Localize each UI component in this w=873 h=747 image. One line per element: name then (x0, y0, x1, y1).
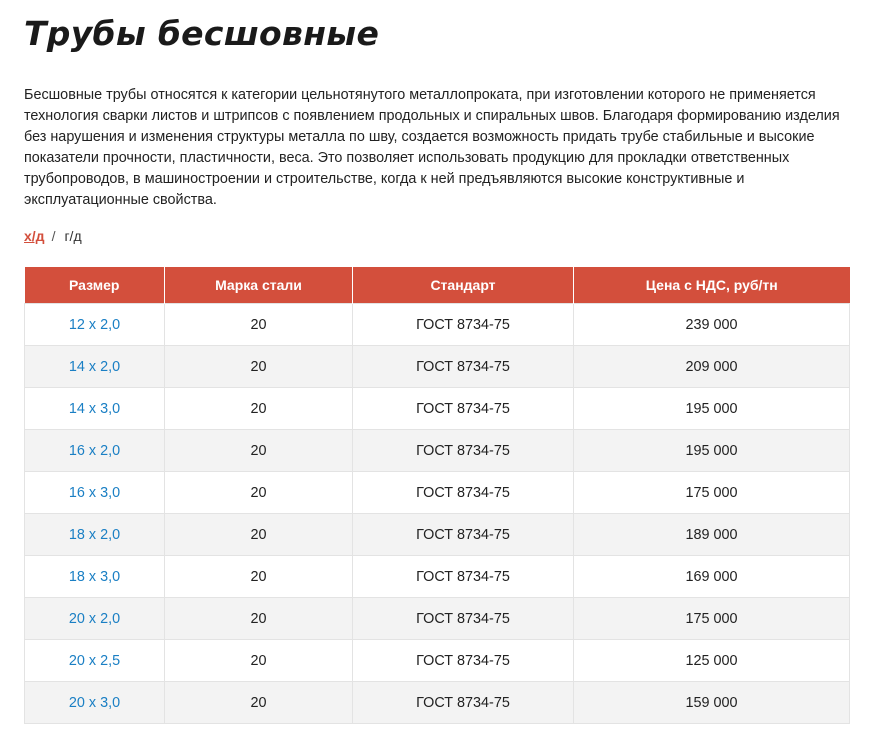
price-cell: 195 000 (573, 387, 850, 430)
price-cell: 169 000 (573, 555, 850, 598)
steel-grade-cell: 20 (164, 345, 353, 388)
standard-cell: ГОСТ 8734-75 (352, 513, 574, 556)
switch-cold-drawn[interactable]: х/д (24, 228, 45, 244)
standard-cell: ГОСТ 8734-75 (352, 429, 574, 472)
standard-cell: ГОСТ 8734-75 (352, 303, 574, 346)
standard-cell: ГОСТ 8734-75 (352, 555, 574, 598)
size-link[interactable]: 20 x 3,0 (24, 681, 165, 724)
price-cell: 209 000 (573, 345, 850, 388)
column-header-standard: Стандарт (352, 267, 574, 304)
column-header-steel-grade: Марка стали (164, 267, 353, 304)
size-link[interactable]: 20 x 2,0 (24, 597, 165, 640)
price-cell: 189 000 (573, 513, 850, 556)
standard-cell: ГОСТ 8734-75 (352, 387, 574, 430)
size-link[interactable]: 14 x 3,0 (24, 387, 165, 430)
standard-cell: ГОСТ 8734-75 (352, 681, 574, 724)
table-row: 20 x 2,0 20 ГОСТ 8734-75 175 000 (24, 597, 850, 640)
table-row: 16 x 2,0 20 ГОСТ 8734-75 195 000 (24, 429, 850, 472)
standard-cell: ГОСТ 8734-75 (352, 471, 574, 514)
table-row: 18 x 3,0 20 ГОСТ 8734-75 169 000 (24, 555, 850, 598)
standard-cell: ГОСТ 8734-75 (352, 639, 574, 682)
steel-grade-cell: 20 (164, 471, 353, 514)
table-row: 14 x 3,0 20 ГОСТ 8734-75 195 000 (24, 387, 850, 430)
size-link[interactable]: 20 x 2,5 (24, 639, 165, 682)
size-link[interactable]: 16 x 3,0 (24, 471, 165, 514)
table-row: 20 x 2,5 20 ГОСТ 8734-75 125 000 (24, 639, 850, 682)
price-cell: 125 000 (573, 639, 850, 682)
standard-cell: ГОСТ 8734-75 (352, 345, 574, 388)
size-link[interactable]: 18 x 2,0 (24, 513, 165, 556)
price-cell: 159 000 (573, 681, 850, 724)
size-link[interactable]: 18 x 3,0 (24, 555, 165, 598)
steel-grade-cell: 20 (164, 387, 353, 430)
steel-grade-cell: 20 (164, 597, 353, 640)
column-header-price: Цена с НДС, руб/тн (573, 267, 850, 304)
steel-grade-cell: 20 (164, 429, 353, 472)
page-title: Трубы бесшовные (24, 14, 380, 53)
switch-separator: / (51, 228, 56, 244)
table-header-row: Размер Марка стали Стандарт Цена с НДС, … (24, 267, 850, 304)
size-link[interactable]: 12 x 2,0 (24, 303, 165, 346)
table-row: 12 x 2,0 20 ГОСТ 8734-75 239 000 (24, 303, 850, 346)
steel-grade-cell: 20 (164, 639, 353, 682)
price-cell: 175 000 (573, 597, 850, 640)
table-row: 16 x 3,0 20 ГОСТ 8734-75 175 000 (24, 471, 850, 514)
column-header-size: Размер (24, 267, 165, 304)
steel-grade-cell: 20 (164, 513, 353, 556)
pipe-type-switcher: х/д / г/д (24, 226, 82, 246)
table-row: 18 x 2,0 20 ГОСТ 8734-75 189 000 (24, 513, 850, 556)
price-cell: 175 000 (573, 471, 850, 514)
size-link[interactable]: 14 x 2,0 (24, 345, 165, 388)
price-cell: 239 000 (573, 303, 850, 346)
size-link[interactable]: 16 x 2,0 (24, 429, 165, 472)
standard-cell: ГОСТ 8734-75 (352, 597, 574, 640)
steel-grade-cell: 20 (164, 681, 353, 724)
switch-hot-rolled[interactable]: г/д (64, 228, 81, 244)
price-cell: 195 000 (573, 429, 850, 472)
intro-paragraph: Бесшовные трубы относятся к категории це… (24, 87, 840, 208)
steel-grade-cell: 20 (164, 555, 353, 598)
table-row: 20 x 3,0 20 ГОСТ 8734-75 159 000 (24, 681, 850, 724)
table-row: 14 x 2,0 20 ГОСТ 8734-75 209 000 (24, 345, 850, 388)
steel-grade-cell: 20 (164, 303, 353, 346)
price-table: Размер Марка стали Стандарт Цена с НДС, … (24, 267, 850, 724)
